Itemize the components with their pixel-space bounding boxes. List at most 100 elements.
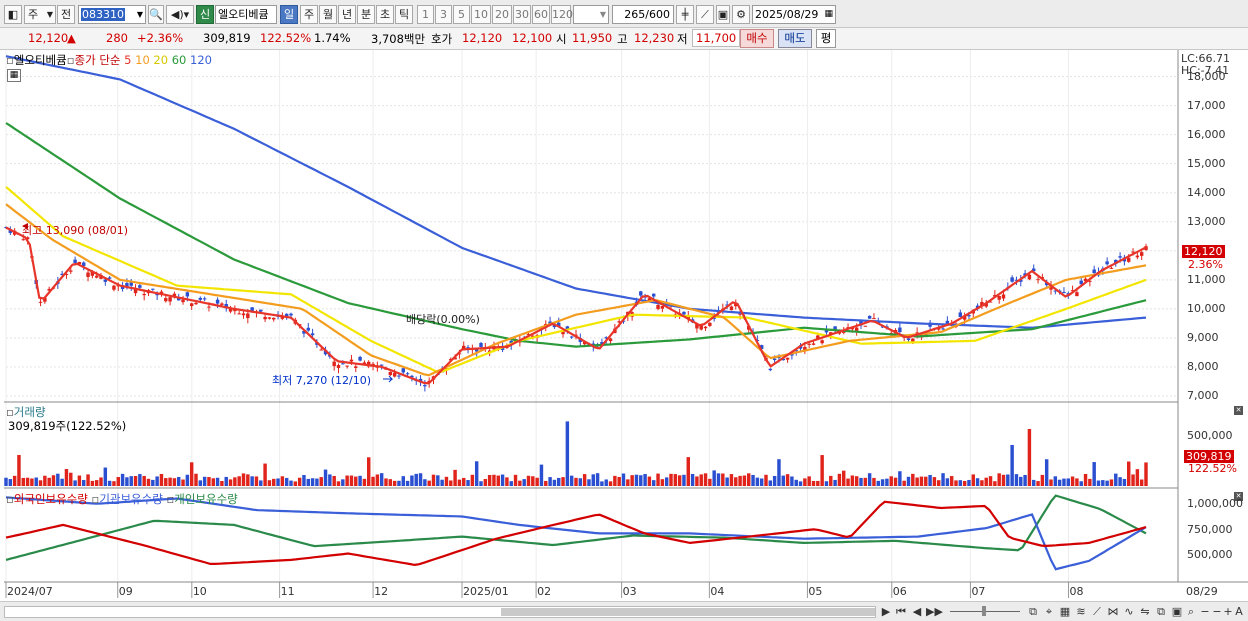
volume-title-text[interactable]: 거래량	[14, 405, 46, 419]
scrollbar-thumb[interactable]	[501, 608, 875, 616]
calendar-icon[interactable]: ▦	[824, 6, 833, 23]
stock-code-input[interactable]: 083310 ▼	[78, 5, 146, 24]
chart-scrollbar[interactable]	[4, 606, 876, 618]
save-icon[interactable]: ▣	[716, 5, 730, 24]
candle-type-icon[interactable]: ╪	[676, 5, 694, 24]
interval-button[interactable]: 60	[532, 5, 550, 24]
interval-button[interactable]: 30	[513, 5, 531, 24]
period-week-button[interactable]: 주	[300, 5, 318, 24]
pattern-icon[interactable]: ⋈	[1106, 605, 1120, 619]
high-price: 12,230	[634, 31, 675, 45]
legend-institution[interactable]: 기관보유수량	[99, 492, 162, 506]
prev-button[interactable]: 전	[57, 5, 75, 24]
volume-bar	[747, 473, 751, 486]
prev-page-icon[interactable]: ◀	[910, 605, 924, 619]
scroll-right-icon[interactable]: ▶	[879, 605, 893, 619]
interval-button[interactable]: 3	[435, 5, 452, 24]
compare-icon[interactable]: ⇋	[1138, 605, 1152, 619]
first-page-icon[interactable]: ⏮	[894, 605, 908, 619]
legend-dot-icon: ▫	[66, 53, 75, 67]
candle-body	[336, 365, 341, 368]
font-size-icon[interactable]: A	[1232, 605, 1246, 619]
interval-button[interactable]: 20	[492, 5, 512, 24]
sell-button[interactable]: 매도	[778, 29, 812, 48]
copy-icon[interactable]: ⧉	[1154, 605, 1168, 619]
volume-bar	[937, 480, 941, 486]
legend-ma60[interactable]: 60	[172, 53, 187, 67]
change-pct: +2.36%	[137, 31, 184, 45]
legend-ma5[interactable]: 5	[124, 53, 131, 67]
trendline-icon[interactable]: ⟋	[1090, 605, 1104, 619]
date-field[interactable]: 2025/08/29 ▦	[752, 5, 836, 24]
legend-stock-name[interactable]: 엘오티베큠	[14, 53, 67, 67]
next-page-icon[interactable]: ▶▶	[926, 605, 943, 619]
grid-icon[interactable]: ▦	[1058, 605, 1072, 619]
period-day-button[interactable]: 일	[280, 5, 298, 24]
wave-icon[interactable]: ∿	[1122, 605, 1136, 619]
speaker-icon[interactable]: ◀)▾	[166, 5, 194, 24]
draw-tool-icon[interactable]: ⟋	[696, 5, 714, 24]
legend-ma-label[interactable]: 종가 단순	[75, 53, 121, 67]
volume-bar	[980, 480, 984, 486]
search-icon[interactable]: 🔍	[148, 5, 164, 24]
volume-bar	[1083, 474, 1088, 486]
bar-count-field[interactable]: 265/600	[612, 5, 674, 24]
legend-ma10[interactable]: 10	[135, 53, 150, 67]
image-icon[interactable]: ▣	[1170, 605, 1184, 619]
gear-icon[interactable]: ⚙	[732, 5, 750, 24]
legend-foreign[interactable]: 외국인보유수량	[14, 492, 88, 506]
eval-button[interactable]: 평	[816, 29, 836, 48]
volume-bar	[595, 473, 600, 486]
candle-body	[259, 309, 263, 312]
interval-button[interactable]: 5	[453, 5, 470, 24]
price-y-tick: 14,000	[1187, 185, 1226, 199]
candle-body	[479, 342, 483, 347]
interval-button[interactable]: 10	[471, 5, 491, 24]
volume-bar	[1122, 478, 1127, 486]
chart-canvas[interactable]: 최고 13,090 (08/01) 최저 7,270 (12/10) 배당락(0…	[0, 50, 1248, 601]
x-axis-end-label: 08/29	[1186, 585, 1218, 598]
crosshair-icon[interactable]: ⌖	[1042, 605, 1056, 619]
chevron-down-icon[interactable]: ▼	[137, 6, 143, 23]
close-pane-icon[interactable]: ✕	[1234, 406, 1243, 415]
volume-bar	[1101, 480, 1105, 486]
period-minute-button[interactable]: 분	[357, 5, 375, 24]
chart-settings-icon[interactable]: ◧	[4, 5, 22, 24]
volume-bar	[1075, 478, 1079, 486]
period-tick-button[interactable]: 틱	[395, 5, 413, 24]
x-axis-label: 07	[971, 585, 986, 598]
custom-interval-select[interactable]: ▼	[573, 5, 609, 24]
new-badge[interactable]: 신	[196, 5, 214, 24]
low-marker-icon	[383, 375, 394, 383]
interval-button[interactable]: 1	[417, 5, 434, 24]
zoom-slider-handle[interactable]	[982, 606, 986, 616]
volume-bar	[315, 478, 319, 486]
legend-ma20[interactable]: 20	[153, 53, 168, 67]
volume-bar	[764, 474, 768, 486]
interval-button[interactable]: 120	[551, 5, 573, 24]
volume-bar	[561, 477, 565, 486]
volume-bar	[997, 473, 1001, 486]
layout-icon[interactable]: ⧉	[1026, 605, 1040, 619]
legend-ma120[interactable]: 120	[190, 53, 212, 67]
high-annotation: 최고 13,090 (08/01)	[22, 224, 128, 237]
table-icon[interactable]: ▦	[7, 69, 21, 82]
volume-bar	[133, 475, 138, 486]
zoom-slider[interactable]	[950, 606, 1020, 616]
indicator-icon[interactable]: ≋	[1074, 605, 1088, 619]
volume-bar	[1088, 478, 1092, 486]
volume-bar	[189, 462, 194, 486]
volume-bar	[518, 480, 522, 486]
volume-bar	[1066, 478, 1070, 486]
volume-bar	[129, 476, 133, 486]
chart-area[interactable]: 최고 13,090 (08/01) 최저 7,270 (12/10) 배당락(0…	[0, 50, 1248, 601]
magnifier-icon[interactable]: ⌕	[1184, 605, 1198, 619]
period-select[interactable]: 주 ▼	[24, 5, 56, 24]
volume-bar	[967, 479, 971, 486]
stock-name-field[interactable]: 엘오티베큠	[215, 5, 277, 24]
legend-individual[interactable]: 개인보유수량	[174, 492, 237, 506]
buy-button[interactable]: 매수	[740, 29, 774, 48]
period-second-button[interactable]: 초	[376, 5, 394, 24]
period-year-button[interactable]: 년	[338, 5, 356, 24]
period-month-button[interactable]: 월	[319, 5, 337, 24]
